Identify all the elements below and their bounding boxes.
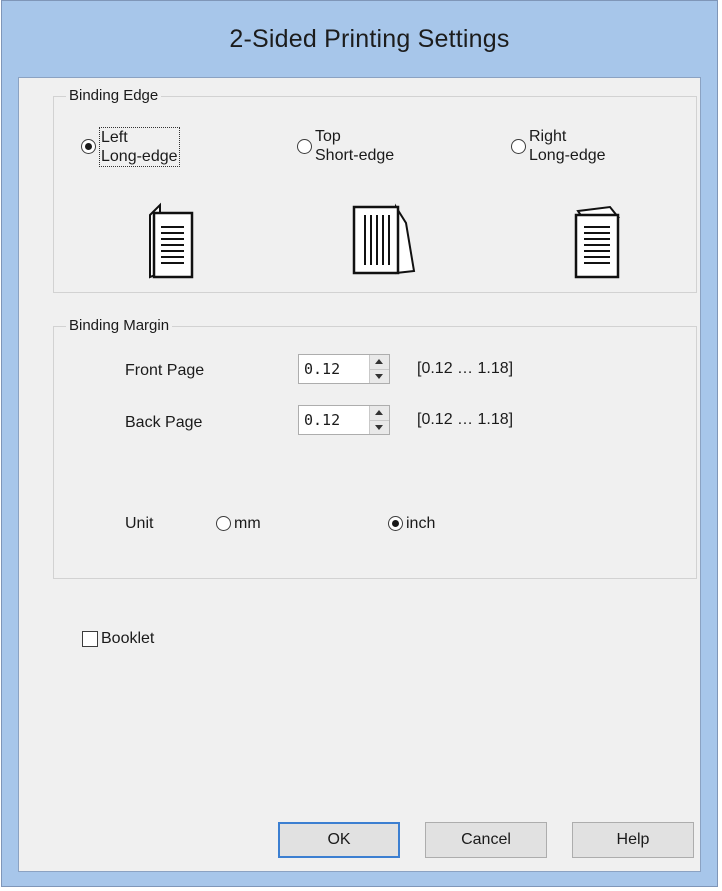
arrow-up-icon [375, 359, 383, 364]
front-page-range: [0.12 … 1.18] [417, 360, 514, 377]
radio-button[interactable] [511, 139, 526, 154]
back-page-spinner[interactable]: 0.12 [298, 405, 390, 435]
booklet-label: Booklet [101, 630, 155, 647]
back-page-value[interactable]: 0.12 [299, 406, 369, 434]
back-page-range: [0.12 … 1.18] [417, 411, 514, 428]
dialog-window: 2-Sided Printing Settings Binding Edge L… [1, 0, 718, 887]
unit-label: Unit [125, 515, 154, 532]
binding-right-long-edge-radio[interactable]: Right Long-edge [511, 127, 606, 165]
arrow-down-icon [375, 373, 383, 379]
unit-inch-radio[interactable]: inch [388, 514, 435, 533]
binding-left-long-edge-radio[interactable]: Left Long-edge [81, 127, 180, 167]
unit-mm-radio[interactable]: mm [216, 514, 261, 533]
right-binding-page-icon [574, 205, 621, 279]
front-page-spinner[interactable]: 0.12 [298, 354, 390, 384]
title-bar[interactable]: 2-Sided Printing Settings [2, 1, 717, 77]
binding-edge-group: Binding Edge Left Long-edge Top Short-ed… [53, 87, 697, 293]
ok-button[interactable]: OK [278, 822, 400, 858]
front-page-decrement-button[interactable] [370, 369, 389, 383]
front-page-increment-button[interactable] [370, 355, 389, 370]
binding-top-label: Top [315, 128, 341, 145]
back-page-decrement-button[interactable] [370, 420, 389, 434]
front-page-label: Front Page [125, 362, 205, 379]
cancel-button[interactable]: Cancel [425, 822, 547, 858]
dialog-title: 2-Sided Printing Settings [229, 24, 510, 53]
checkbox-unchecked[interactable] [82, 631, 98, 647]
binding-margin-group: Binding Margin Front Page 0.12 [0.12 … 1… [53, 317, 697, 579]
dialog-client-area: Binding Edge Left Long-edge Top Short-ed… [18, 77, 701, 872]
unit-inch-label: inch [406, 515, 436, 532]
binding-left-label: Left [101, 129, 128, 146]
left-binding-page-icon [149, 202, 194, 279]
radio-button[interactable] [297, 139, 312, 154]
top-binding-page-icon [352, 203, 416, 275]
binding-top-short-edge-radio[interactable]: Top Short-edge [297, 127, 394, 165]
radio-button-checked[interactable] [388, 516, 403, 531]
back-page-increment-button[interactable] [370, 406, 389, 421]
binding-right-label: Right [529, 128, 567, 145]
booklet-checkbox[interactable]: Booklet [82, 630, 154, 648]
binding-left-sublabel: Long-edge [101, 148, 178, 165]
binding-right-sublabel: Long-edge [529, 147, 606, 164]
front-page-value[interactable]: 0.12 [299, 355, 369, 383]
radio-button-checked[interactable] [81, 139, 96, 154]
binding-edge-label: Binding Edge [66, 87, 162, 104]
radio-button[interactable] [216, 516, 231, 531]
back-page-label: Back Page [125, 414, 203, 431]
binding-top-sublabel: Short-edge [315, 147, 395, 164]
unit-mm-label: mm [234, 515, 261, 532]
arrow-down-icon [375, 424, 383, 430]
binding-margin-label: Binding Margin [66, 317, 173, 334]
help-button[interactable]: Help [572, 822, 694, 858]
arrow-up-icon [375, 410, 383, 415]
